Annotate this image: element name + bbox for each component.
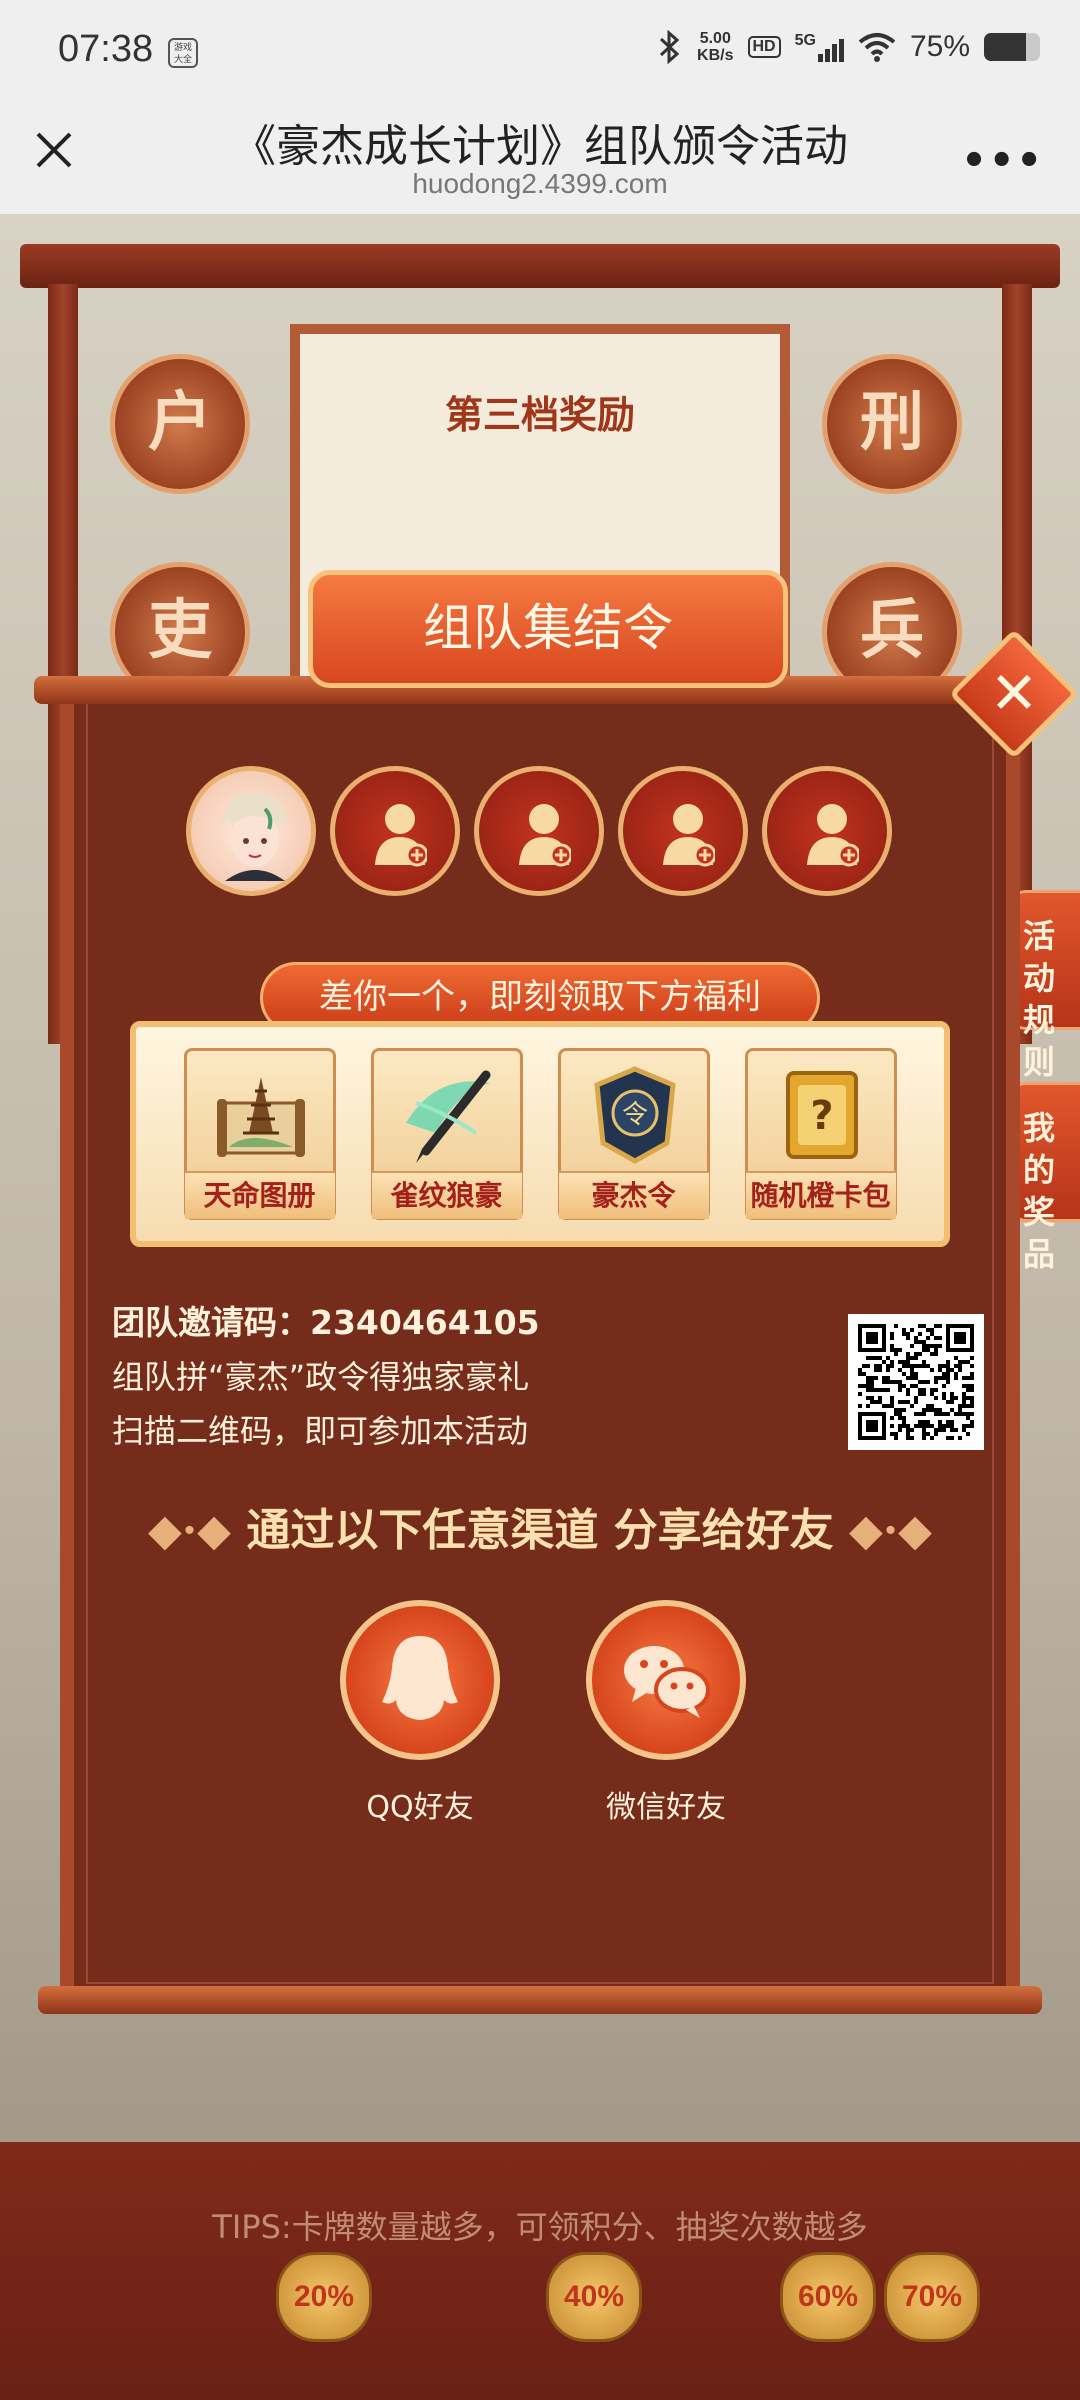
bluetooth-icon	[660, 30, 680, 64]
page-title: 《豪杰成长计划》组队颁令活动	[232, 121, 848, 172]
browser-toolbar: 《豪杰成长计划》组队颁令活动 huodong2.4399.com •••	[0, 108, 1080, 214]
invite-member-slot[interactable]	[330, 766, 460, 896]
brush-icon	[405, 1070, 490, 1163]
qq-penguin-icon	[382, 1636, 458, 1720]
scroll-rod-bottom	[38, 1986, 1042, 2014]
add-user-icon	[375, 804, 427, 867]
reward-item[interactable]: ? 随机橙卡包	[744, 1048, 897, 1220]
reward-list: 天命图册 雀纹狼豪 令 豪杰令 ? 随机橙卡包	[130, 1021, 950, 1247]
add-user-icon	[663, 804, 715, 867]
hd-badge: HD	[747, 36, 781, 58]
game-app-icon: 游戏大全	[168, 38, 198, 68]
share-qq-button[interactable]	[340, 1600, 500, 1760]
share-wechat-button[interactable]	[586, 1600, 746, 1760]
share-heading: ◆·◆ 通过以下任意渠道 分享给好友 ◆·◆	[148, 1505, 932, 1556]
share-wechat-label: 微信好友	[606, 1790, 726, 1825]
scroll-map-icon	[216, 1077, 305, 1157]
invite-member-slot[interactable]	[474, 766, 604, 896]
reward-item[interactable]: 令 豪杰令	[557, 1048, 710, 1220]
modal-title: 组队集结令	[308, 570, 788, 688]
avatar-icon	[221, 793, 289, 881]
battery-percent: 75%	[909, 30, 970, 63]
invite-code: 2340464105	[310, 1303, 540, 1342]
invite-member-slot[interactable]	[762, 766, 892, 896]
close-icon: ✕	[989, 659, 1039, 727]
invite-info: 团队邀请码：2340464105 组队拼“豪杰”政令得独家豪礼 扫描二维码，即可…	[112, 1296, 540, 1458]
reward-label: 雀纹狼豪	[371, 1171, 522, 1219]
share-qq-label: QQ好友	[366, 1790, 474, 1825]
add-user-icon	[807, 804, 859, 867]
invite-description: 组队拼“豪杰”政令得独家豪礼	[112, 1358, 530, 1396]
team-members	[186, 766, 892, 896]
reward-item[interactable]: 雀纹狼豪	[370, 1048, 523, 1220]
add-user-icon	[519, 804, 571, 867]
member-avatar	[186, 766, 316, 896]
svg-text:?: ?	[810, 1093, 833, 1139]
wifi-icon	[858, 33, 896, 62]
close-icon[interactable]	[30, 126, 78, 174]
status-bar: 07:38 游戏大全 5.00 KB/s HD 5G 75%	[0, 0, 1080, 108]
battery-icon	[984, 33, 1040, 61]
status-indicators: 5.00 KB/s HD 5G 75%	[657, 30, 1040, 64]
page-url: huodong2.4399.com	[412, 168, 668, 199]
qr-code	[848, 1314, 984, 1450]
token-icon: 令	[593, 1066, 676, 1164]
mystery-card-icon: ?	[785, 1071, 858, 1159]
svg-text:令: 令	[621, 1100, 647, 1130]
wechat-icon	[624, 1646, 710, 1718]
signal-icon: 5G	[795, 32, 844, 62]
status-time: 07:38	[58, 28, 154, 70]
reward-label: 随机橙卡包	[745, 1171, 896, 1219]
more-options-button[interactable]: •••	[961, 138, 1044, 184]
network-speed: 5.00 KB/s	[697, 30, 734, 64]
team-rally-modal: 组队集结令 ✕ 差你一个，即刻领取下方福利 天命图册 雀纹狼豪 令 豪杰令 ? …	[34, 570, 1080, 2038]
reward-item[interactable]: 天命图册	[183, 1048, 336, 1220]
invite-code-label: 团队邀请码：	[112, 1303, 310, 1342]
reward-label: 天命图册	[184, 1171, 335, 1219]
reward-label: 豪杰令	[558, 1171, 709, 1219]
invite-member-slot[interactable]	[618, 766, 748, 896]
qr-instruction: 扫描二维码，即可参加本活动	[112, 1412, 529, 1450]
